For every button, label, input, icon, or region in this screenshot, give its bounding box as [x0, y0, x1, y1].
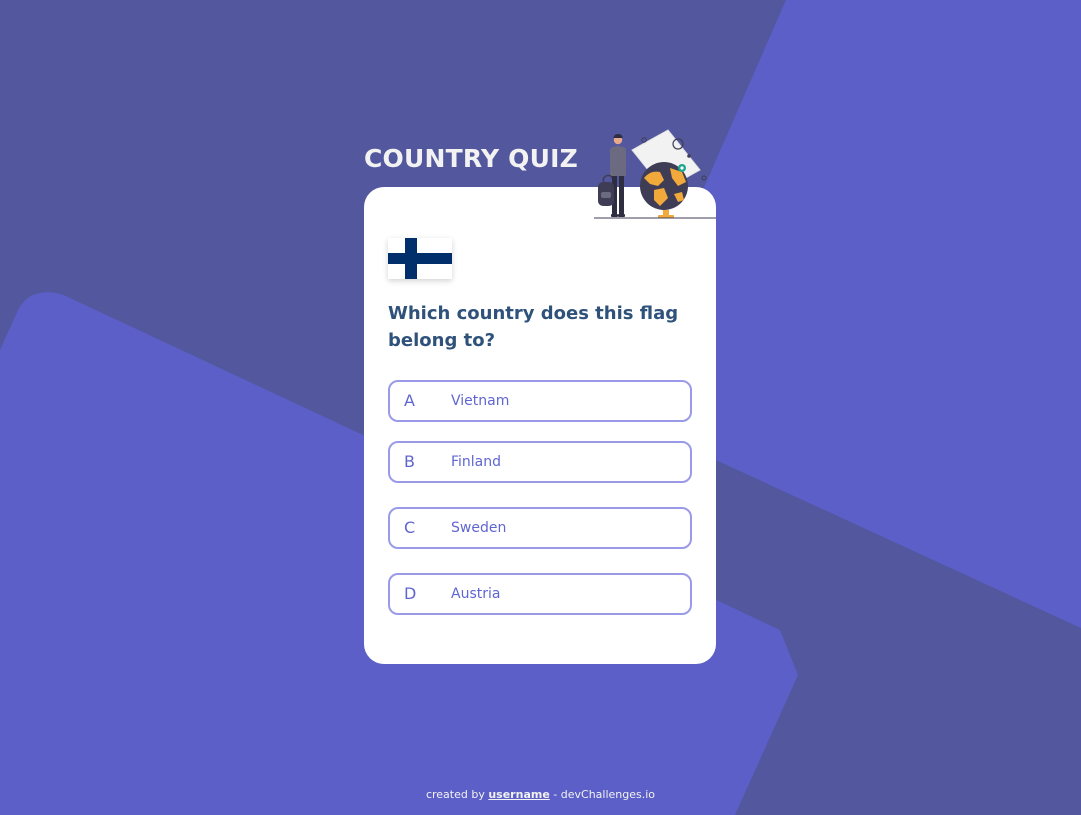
app-title: COUNTRY QUIZ [364, 144, 578, 173]
option-letter: D [404, 584, 417, 603]
quiz-card: Which country does this flag belong to? … [364, 187, 716, 664]
answer-option-c[interactable]: C Sweden [388, 507, 692, 549]
answer-option-b[interactable]: B Finland [388, 441, 692, 483]
option-answer: Finland [451, 454, 502, 470]
option-answer: Austria [451, 586, 501, 602]
option-answer: Sweden [451, 520, 507, 536]
answer-option-d[interactable]: D Austria [388, 573, 692, 615]
footer: created by username - devChallenges.io [0, 787, 1081, 803]
traveler-with-globe-icon [594, 129, 716, 219]
option-letter: B [404, 452, 415, 471]
option-letter: A [404, 391, 415, 410]
option-letter: C [404, 518, 416, 537]
option-answer: Vietnam [451, 393, 510, 409]
finland-flag-icon [388, 238, 452, 279]
answer-option-a[interactable]: A Vietnam [388, 380, 692, 422]
username-link[interactable]: username [488, 788, 549, 801]
footer-prefix: created by [425, 788, 485, 801]
footer-suffix: - devChallenges.io [553, 788, 656, 801]
question-text: Which country does this flag belong to? [388, 303, 679, 351]
